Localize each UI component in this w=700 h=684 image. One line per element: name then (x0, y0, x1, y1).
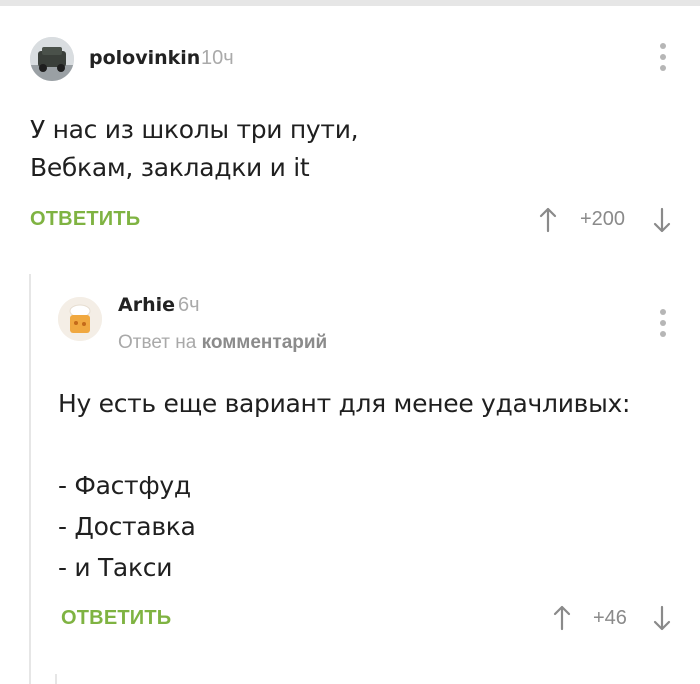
thread-indent-line[interactable] (29, 274, 31, 684)
more-menu-icon[interactable] (657, 309, 669, 337)
avatar[interactable] (30, 37, 74, 81)
more-menu-icon[interactable] (657, 43, 669, 71)
upvote-arrow-icon[interactable] (539, 207, 557, 233)
upvote-arrow-icon[interactable] (553, 605, 571, 631)
comment-text-line: Вебкам, закладки и it (30, 153, 310, 182)
car-photo-avatar-icon (30, 37, 74, 81)
reply-button[interactable]: ОТВЕТИТЬ (30, 208, 140, 231)
comment-text-line: - Доставка (58, 512, 196, 541)
reply-button[interactable]: ОТВЕТИТЬ (61, 607, 171, 630)
username[interactable]: polovinkin (89, 47, 200, 69)
comment-text: Ну есть еще вариант для менее удачливых:… (58, 383, 630, 588)
rating-value: +200 (580, 208, 626, 230)
comment-time: 6ч (178, 294, 200, 316)
comment-text-line: Ну есть еще вариант для менее удачливых: (58, 389, 631, 418)
username[interactable]: Arhie (118, 294, 175, 316)
comment-text-line (58, 424, 630, 465)
comment-text-line: У нас из школы три пути, (30, 115, 359, 144)
downvote-arrow-icon[interactable] (653, 207, 671, 233)
reply-to-prefix: Ответ на (118, 332, 197, 353)
reply-to-link[interactable]: комментарий (202, 332, 328, 353)
nested-thread-line (55, 674, 57, 684)
downvote-arrow-icon[interactable] (653, 605, 671, 631)
comment-text: У нас из школы три пути, Вебкам, закладк… (30, 111, 359, 187)
comment-time: 10ч (201, 47, 234, 69)
reply-to: Ответ на комментарий (118, 332, 327, 354)
rating-value: +46 (593, 607, 627, 629)
comment-text-line: - Фастфуд (58, 471, 191, 500)
avatar[interactable] (58, 297, 102, 341)
top-divider (0, 0, 700, 6)
comment-text-line: - и Такси (58, 553, 173, 582)
cake-avatar-icon (58, 297, 102, 341)
